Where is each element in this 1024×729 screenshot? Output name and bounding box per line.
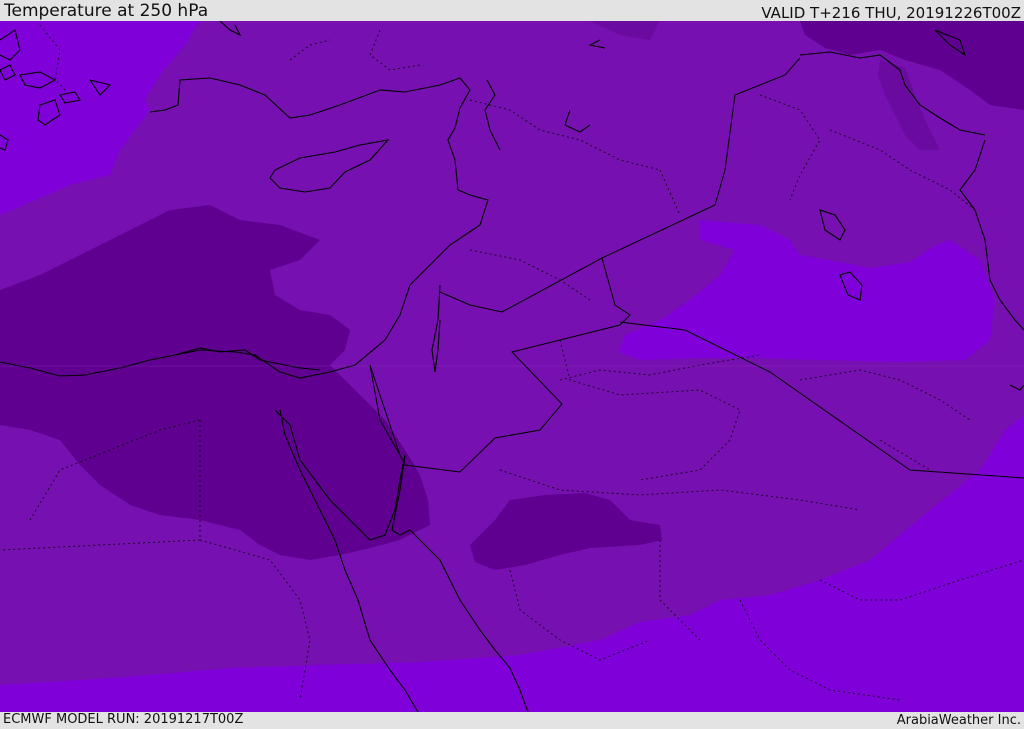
footer-bar: ECMWF MODEL RUN: 20191217T00Z ArabiaWeat… <box>0 712 1024 729</box>
temperature-map[interactable] <box>0 21 1024 712</box>
header-bar: Temperature at 250 hPa VALID T+216 THU, … <box>0 0 1024 21</box>
model-run-label: ECMWF MODEL RUN: 20191217T00Z <box>3 712 244 727</box>
valid-time-label: VALID T+216 THU, 20191226T00Z <box>761 4 1021 22</box>
map-canvas <box>0 21 1024 712</box>
map-title: Temperature at 250 hPa <box>4 1 209 21</box>
credit-label: ArabiaWeather Inc. <box>896 713 1021 728</box>
